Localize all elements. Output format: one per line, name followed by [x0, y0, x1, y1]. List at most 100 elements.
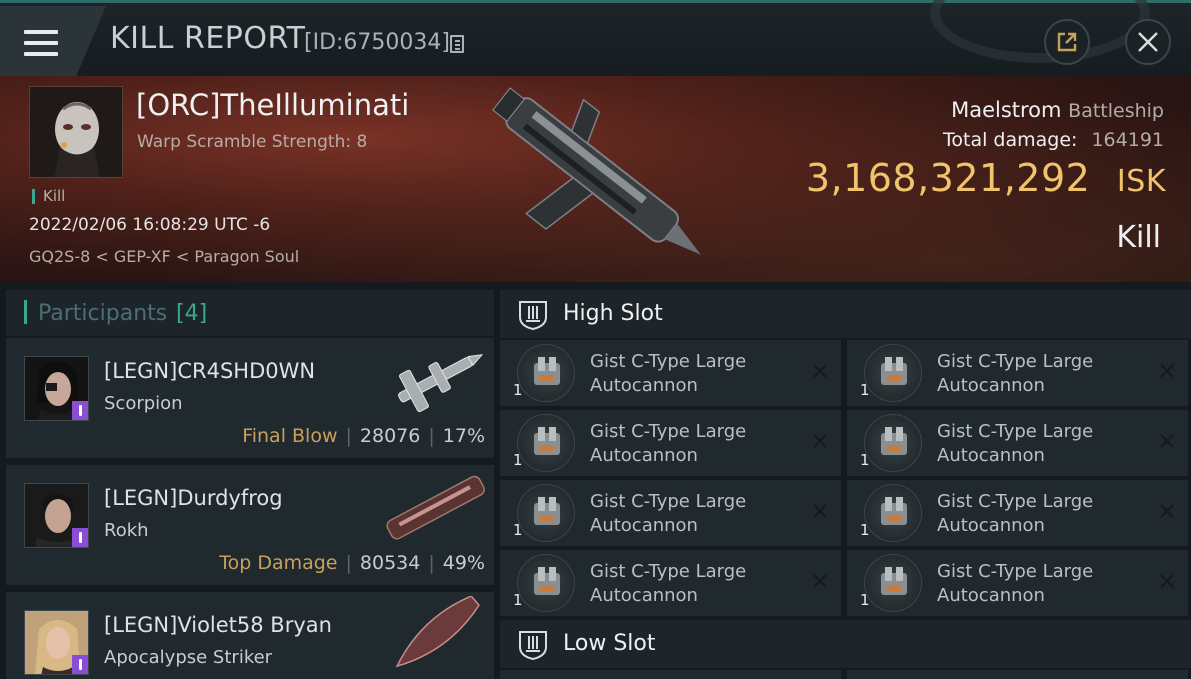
low-slot-header: Low Slot: [500, 620, 1191, 668]
corp-badge-icon: [72, 655, 88, 674]
participant-name[interactable]: [LEGN]Durdyfrog: [104, 486, 283, 510]
remove-icon[interactable]: [1158, 362, 1176, 380]
participant-ship-image: [398, 354, 484, 413]
low-slot-module[interactable]: [847, 670, 1188, 679]
remove-icon[interactable]: [811, 572, 829, 590]
high-slot-module[interactable]: 1 Gist C-Type Large Autocannon: [847, 550, 1188, 616]
autocannon-icon: [517, 414, 575, 472]
corp-badge-icon: [72, 528, 88, 547]
remove-icon[interactable]: [811, 502, 829, 520]
victim-name[interactable]: [ORC]TheIlluminati: [136, 88, 409, 122]
participant-stats: Top Damage | 80534 | 49%: [219, 552, 485, 574]
remove-icon[interactable]: [811, 362, 829, 380]
participant-ship: Apocalypse Striker: [104, 647, 273, 668]
module-quantity: 1: [860, 451, 870, 469]
remove-icon[interactable]: [1158, 572, 1176, 590]
high-slot-icon: [519, 301, 547, 331]
low-slot-icon: [519, 631, 547, 661]
participants-header: Participants [4]: [6, 290, 494, 336]
close-icon: [1138, 32, 1158, 52]
total-damage-label: Total damage:: [943, 129, 1078, 151]
avatar[interactable]: [24, 483, 89, 548]
close-button[interactable]: [1125, 19, 1171, 65]
high-slot-module[interactable]: 1 Gist C-Type Large Autocannon: [500, 340, 841, 406]
participant-ship: Scorpion: [104, 393, 183, 414]
autocannon-icon: [864, 414, 922, 472]
autocannon-icon: [517, 484, 575, 542]
module-quantity: 1: [860, 591, 870, 609]
participant-damage: 80534: [359, 552, 421, 574]
remove-icon[interactable]: [1158, 432, 1176, 450]
high-slot-module[interactable]: 1 Gist C-Type Large Autocannon: [847, 480, 1188, 546]
participants-count: [4]: [176, 301, 208, 326]
isk-unit: ISK: [1116, 164, 1166, 199]
autocannon-icon: [864, 344, 922, 402]
participant-card[interactable]: [LEGN]Durdyfrog Rokh Top Damage | 80534 | 49…: [6, 465, 494, 585]
isk-value: 3,168,321,292 ISK: [806, 156, 1166, 200]
autocannon-icon: [517, 344, 575, 402]
victim-ship-name: Maelstrom: [951, 98, 1062, 122]
participant-percent: 17%: [442, 425, 485, 447]
fitting-panel: High Slot 1 Gist C-Type Large Autocannon 1…: [497, 282, 1191, 679]
victim-avatar[interactable]: [29, 86, 123, 178]
module-name: Gist C-Type Large Autocannon: [590, 421, 747, 466]
total-damage: Total damage: 164191: [943, 129, 1164, 151]
module-name: Gist C-Type Large Autocannon: [937, 421, 1094, 466]
victim-ship-image[interactable]: [470, 76, 730, 276]
avatar[interactable]: [24, 356, 89, 421]
kill-id: [ID:6750034]: [304, 30, 450, 55]
page-title: KILL REPORT: [110, 21, 306, 56]
high-slot-module[interactable]: 1 Gist C-Type Large Autocannon: [500, 410, 841, 476]
participant-stats: Final Blow | 28076 | 17%: [242, 425, 485, 447]
module-quantity: 1: [860, 521, 870, 539]
autocannon-icon: [864, 484, 922, 542]
corp-badge-icon: [72, 401, 88, 420]
participant-damage: 28076: [359, 425, 421, 447]
avatar[interactable]: [24, 610, 89, 675]
victim-ship[interactable]: Maelstrom Battleship: [951, 98, 1164, 122]
participant-ship-image: [386, 475, 485, 540]
module-name: Gist C-Type Large Autocannon: [590, 491, 747, 536]
high-slot-module[interactable]: 1 Gist C-Type Large Autocannon: [847, 410, 1188, 476]
share-button[interactable]: [1044, 19, 1090, 65]
module-name: Gist C-Type Large Autocannon: [937, 561, 1094, 606]
module-name: Gist C-Type Large Autocannon: [590, 351, 747, 396]
participants-title: Participants: [38, 301, 168, 326]
high-slot-title: High Slot: [563, 301, 663, 326]
isk-amount: 3,168,321,292: [805, 156, 1091, 200]
participant-role: Final Blow: [242, 425, 338, 447]
participant-percent: 49%: [442, 552, 485, 574]
title-bar: KILL REPORT [ID:6750034]: [0, 0, 1191, 76]
participant-name[interactable]: [LEGN]CR4SHD0WN: [104, 359, 315, 383]
kill-location[interactable]: GQ2S-8 < GEP-XF < Paragon Soul: [29, 247, 299, 266]
participant-card[interactable]: [LEGN]Violet58 Bryan Apocalypse Striker: [6, 592, 494, 679]
module-quantity: 1: [513, 521, 523, 539]
low-slot-title: Low Slot: [563, 631, 656, 656]
kill-timestamp: 2022/02/06 16:08:29 UTC -6: [29, 215, 271, 235]
module-quantity: 1: [860, 381, 870, 399]
kill-tag: Kill: [32, 189, 65, 204]
high-slot-module[interactable]: 1 Gist C-Type Large Autocannon: [847, 340, 1188, 406]
participant-ship-image: [395, 596, 480, 668]
module-quantity: 1: [513, 451, 523, 469]
victim-ship-class: Battleship: [1068, 100, 1164, 122]
high-slot-module[interactable]: 1 Gist C-Type Large Autocannon: [500, 550, 841, 616]
participant-role: Top Damage: [219, 552, 338, 574]
copy-icon[interactable]: [450, 35, 464, 53]
menu-button[interactable]: [0, 6, 106, 76]
module-name: Gist C-Type Large Autocannon: [937, 491, 1094, 536]
background-decoration: [930, 0, 1150, 63]
total-damage-value: 164191: [1091, 129, 1164, 151]
module-name: Gist C-Type Large Autocannon: [590, 561, 747, 606]
high-slot-module[interactable]: 1 Gist C-Type Large Autocannon: [500, 480, 841, 546]
high-slot-header: High Slot: [500, 290, 1191, 338]
autocannon-icon: [864, 554, 922, 612]
low-slot-module[interactable]: [500, 670, 841, 679]
participant-name[interactable]: [LEGN]Violet58 Bryan: [104, 613, 332, 637]
participant-ship: Rokh: [104, 520, 149, 541]
share-icon: [1057, 32, 1077, 52]
participant-card[interactable]: [LEGN]CR4SHD0WN Scorpion Final Blow | 2807…: [6, 338, 494, 458]
remove-icon[interactable]: [811, 432, 829, 450]
remove-icon[interactable]: [1158, 502, 1176, 520]
autocannon-icon: [517, 554, 575, 612]
